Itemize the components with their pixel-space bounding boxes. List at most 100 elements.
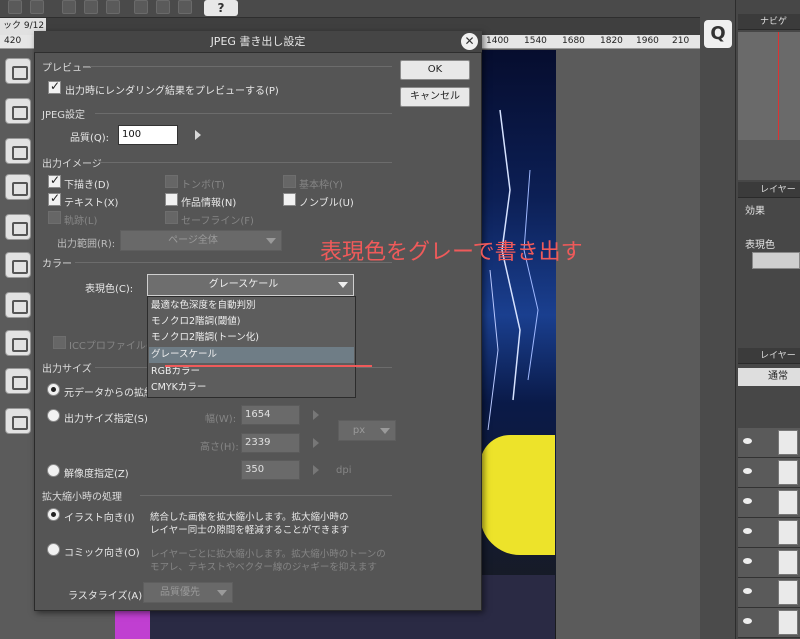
page-number-label[interactable]: ノンブル(U) [299,194,354,209]
material-tone-icon[interactable] [5,174,31,200]
eye-icon[interactable] [743,588,752,594]
work-info-checkbox[interactable] [165,193,178,206]
navigator-panel-header[interactable]: ナビゲ [738,14,800,30]
layer-row[interactable] [738,518,800,548]
output-size-radio[interactable] [47,409,60,422]
quality-input[interactable]: 100 [118,125,178,145]
material-pattern-icon[interactable] [5,138,31,164]
preview-checkbox-label[interactable]: 出力時にレンダリング結果をプレビューする(P) [65,82,279,97]
main-toolbar [0,0,700,18]
height-arrow-icon[interactable] [313,438,319,448]
output-range-select[interactable]: ページ全体 [120,230,282,251]
eye-icon[interactable] [743,558,752,564]
preview-checkbox[interactable] [48,79,61,94]
pen-icon[interactable] [134,0,148,14]
icc-profile-checkbox[interactable] [53,336,66,349]
illustration-radio[interactable] [47,508,60,521]
expression-color-dropdown[interactable]: グレースケール [147,274,354,296]
output-size-label[interactable]: 出力サイズ指定(S) [64,410,148,425]
layer-thumbnail [778,490,798,515]
brush-icon[interactable] [156,0,170,14]
material-figure-icon[interactable] [5,408,31,434]
layer-row[interactable] [738,608,800,638]
quality-slider-arrow-icon[interactable] [195,130,201,140]
ruler-tick: 1960 [636,36,659,46]
layers-panel-header[interactable]: レイヤー [738,348,800,364]
work-info-label[interactable]: 作品情報(N) [181,194,236,209]
option-grayscale[interactable]: グレースケール [149,347,354,363]
material-heart-icon[interactable] [5,252,31,278]
comic-desc-line1: レイヤーごとに拡大縮小します。拡大縮小時のトーンの [150,549,386,560]
resolution-arrow-icon[interactable] [313,465,319,475]
draft-checkbox[interactable] [48,173,61,188]
navigator-view[interactable] [738,32,800,140]
width-input[interactable]: 1654 [241,405,300,425]
option-mono-threshold[interactable]: モノクロ2階調(閾値) [149,314,354,330]
divider [100,162,392,163]
option-cmyk[interactable]: CMYKカラー [149,380,354,396]
eye-icon[interactable] [743,438,752,444]
divider [140,495,392,496]
user-icon[interactable] [30,0,44,14]
layer-row[interactable] [738,578,800,608]
quick-access-button[interactable]: Q [704,20,732,48]
trim-mark-checkbox[interactable] [165,175,178,188]
rasterize-label: ラスタライズ(A): [68,591,146,602]
original-scale-label[interactable]: 元データからの拡縮 [64,384,154,399]
option-mono-tone[interactable]: モノクロ2階調(トーン化) [149,330,354,346]
tone-icon[interactable] [84,0,98,14]
base-frame-checkbox[interactable] [283,175,296,188]
blend-mode-select[interactable]: 通常 [738,368,800,386]
ok-button[interactable]: OK [400,60,470,80]
height-input[interactable]: 2339 [241,433,300,453]
trail-checkbox[interactable] [48,211,61,224]
comic-label[interactable]: コミック向き(O) [64,544,140,559]
resolution-input[interactable]: 350 [241,460,300,480]
illustration-desc-line1: 統合した画像を拡大縮小します。拡大縮小時の [150,512,349,523]
frame-icon[interactable] [106,0,120,14]
original-scale-radio[interactable] [47,383,60,396]
option-auto-depth[interactable]: 最適な色深度を自動判別 [149,298,354,314]
layer-row[interactable] [738,488,800,518]
cancel-button[interactable]: キャンセル [400,87,470,107]
material-balloon-icon[interactable] [5,214,31,240]
safe-line-checkbox[interactable] [165,211,178,224]
eye-icon[interactable] [743,528,752,534]
panel-icon-strip [700,0,736,639]
eraser-icon[interactable] [8,0,22,14]
resolution-label[interactable]: 解像度指定(Z) [64,465,129,480]
page-number-checkbox[interactable] [283,193,296,206]
help-button[interactable]: ? [204,0,238,16]
text-label[interactable]: テキスト(X) [64,194,118,209]
expression-color-select[interactable] [752,252,800,269]
layer-property-header[interactable]: レイヤー [738,182,800,198]
unit-select[interactable]: px [338,420,396,441]
resolution-radio[interactable] [47,464,60,477]
rasterize-select[interactable]: 品質優先 [143,582,233,603]
marker-icon[interactable] [178,0,192,14]
comic-radio[interactable] [47,543,60,556]
grid-icon[interactable] [62,0,76,14]
layer-row[interactable] [738,458,800,488]
layer-row[interactable] [738,548,800,578]
material-landscape-icon[interactable] [5,292,31,318]
height-label: 高さ(H): [200,442,239,453]
illustration-label[interactable]: イラスト向き(I) [64,509,135,524]
eye-icon[interactable] [743,618,752,624]
draft-label[interactable]: 下描き(D) [64,176,110,191]
width-arrow-icon[interactable] [313,410,319,420]
material-image-icon[interactable] [5,98,31,124]
expression-color-options: 最適な色深度を自動判別 モノクロ2階調(閾値) モノクロ2階調(トーン化) グレ… [147,296,356,398]
expression-color-value: グレースケール [208,279,279,290]
material-icon[interactable] [5,58,31,84]
trail-label: 軌跡(L) [64,216,98,227]
text-checkbox[interactable] [48,191,61,206]
illustration-desc-line2: レイヤー同士の隙間を軽減することができます [150,525,350,536]
material-pencil-icon[interactable] [5,330,31,356]
eye-icon[interactable] [743,468,752,474]
material-3d-icon[interactable] [5,368,31,394]
close-icon[interactable]: ✕ [461,33,478,50]
eye-icon[interactable] [743,498,752,504]
ruler-tick: 210 [672,36,690,46]
layer-row[interactable] [738,428,800,458]
